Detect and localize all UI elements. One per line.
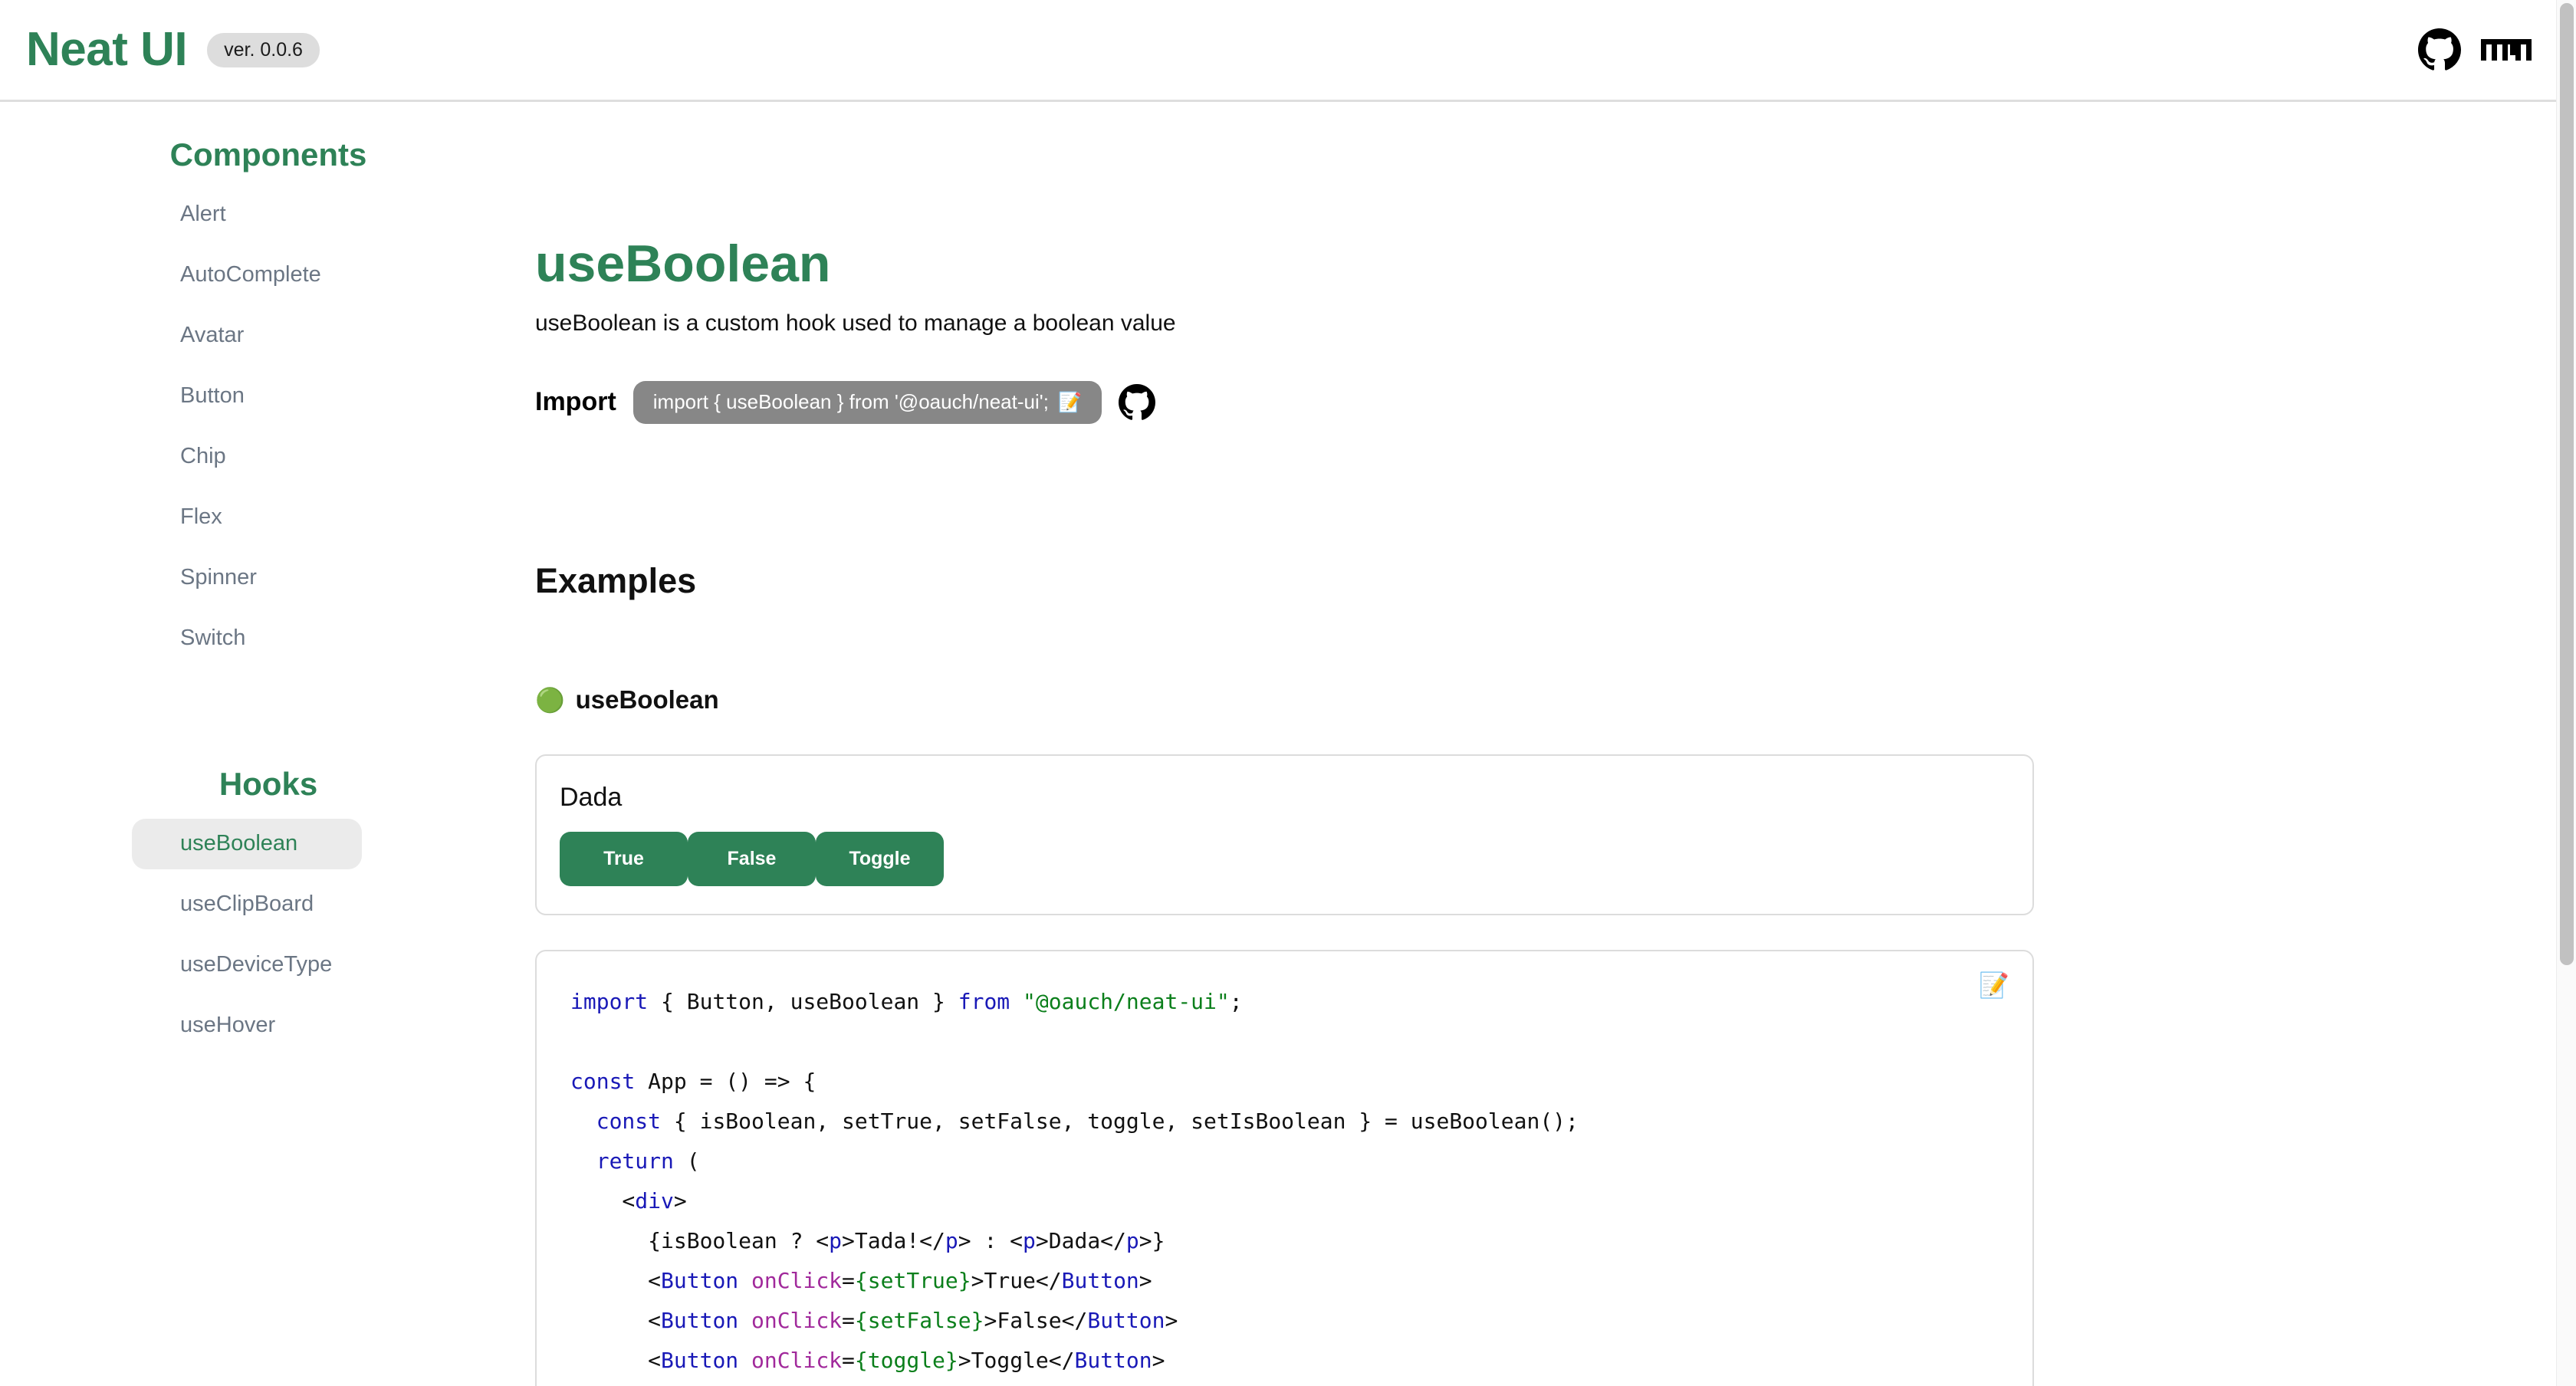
import-statement-text: import { useBoolean } from '@oauch/neat-… (652, 390, 1049, 414)
brand-group: Neat UI ver. 0.0.6 (26, 26, 320, 74)
vertical-scrollbar-thumb[interactable] (2560, 3, 2574, 965)
sidebar-item-usedevicetype[interactable]: useDeviceType (132, 940, 362, 990)
sidebar-item-useclipboard[interactable]: useClipBoard (132, 879, 362, 930)
sidebar-heading-components: Components (169, 136, 367, 172)
site-header: Neat UI ver. 0.0.6 (0, 0, 2576, 102)
sidebar-components-list: Alert AutoComplete Avatar Button Chip Fl… (0, 189, 529, 663)
false-button[interactable]: False (688, 831, 816, 887)
sidebar-item-spinner[interactable]: Spinner (132, 553, 362, 603)
code-sample: import { Button, useBoolean } from "@oau… (570, 989, 1579, 1374)
memo-copy-icon: 📝 (1057, 391, 1083, 413)
github-icon[interactable] (2418, 28, 2461, 71)
import-label: Import (535, 387, 616, 417)
sidebar-heading-hooks: Hooks (219, 765, 318, 802)
green-circle-icon: 🟢 (535, 686, 565, 714)
sidebar-item-avatar[interactable]: Avatar (132, 310, 362, 361)
npm-icon[interactable] (2481, 39, 2532, 61)
sidebar: Components Alert AutoComplete Avatar But… (0, 102, 529, 1386)
sidebar-item-useboolean[interactable]: useBoolean (132, 818, 362, 869)
sidebar-item-switch[interactable]: Switch (132, 613, 362, 664)
demo-output-text: Dada (560, 783, 623, 813)
page-title: useBoolean (535, 235, 831, 293)
sidebar-item-alert[interactable]: Alert (132, 189, 362, 240)
github-source-icon[interactable] (1119, 383, 1156, 421)
code-copy-memo-icon[interactable]: 📝 (1979, 973, 2009, 997)
sidebar-item-button[interactable]: Button (132, 371, 362, 422)
demo-preview-box: Dada True False Toggle (535, 754, 2034, 916)
main-content: useBoolean useBoolean is a custom hook u… (529, 102, 2576, 1386)
import-row: Import import { useBoolean } from '@oauc… (535, 381, 2062, 424)
header-icon-group (2418, 28, 2532, 71)
npm-glyph (2481, 39, 2532, 61)
sidebar-item-autocomplete[interactable]: AutoComplete (132, 250, 362, 301)
sidebar-item-flex[interactable]: Flex (132, 492, 362, 543)
sidebar-item-chip[interactable]: Chip (132, 432, 362, 482)
sidebar-item-usehover[interactable]: useHover (132, 1000, 362, 1051)
version-badge: ver. 0.0.6 (207, 32, 320, 67)
true-button[interactable]: True (560, 831, 688, 887)
toggle-button[interactable]: Toggle (816, 831, 944, 887)
example-name: useBoolean (575, 685, 719, 714)
import-statement-copy-button[interactable]: import { useBoolean } from '@oauch/neat-… (632, 381, 1102, 424)
demo-button-group: True False Toggle (560, 831, 2009, 887)
code-sample-box: 📝 import { Button, useBoolean } from "@o… (535, 950, 2034, 1386)
page-description: useBoolean is a custom hook used to mana… (535, 310, 1176, 337)
example-title: 🟢 useBoolean (535, 685, 2062, 714)
examples-heading: Examples (535, 560, 697, 600)
vertical-scrollbar[interactable] (2556, 0, 2576, 1386)
brand-logo-text[interactable]: Neat UI (26, 26, 188, 74)
sidebar-hooks-list: useBoolean useClipBoard useDeviceType us… (0, 818, 529, 1051)
page-body: Components Alert AutoComplete Avatar But… (0, 102, 2576, 1386)
